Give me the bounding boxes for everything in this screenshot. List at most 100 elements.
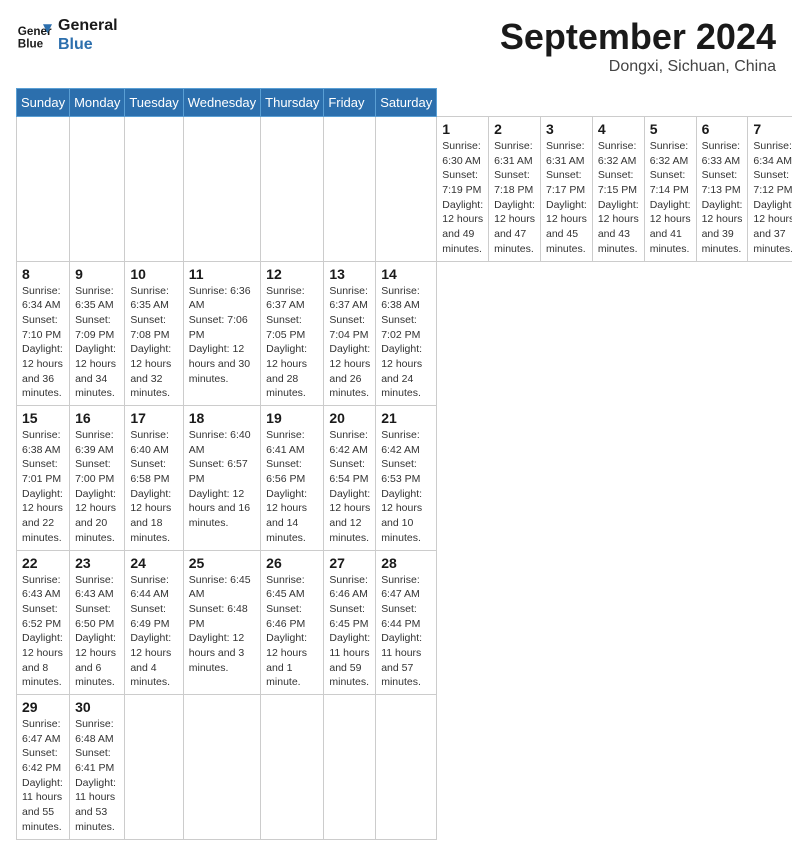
calendar-cell: 19 Sunrise: 6:41 AMSunset: 6:56 PMDayligh… bbox=[261, 406, 324, 551]
calendar-cell: 18 Sunrise: 6:40 AMSunset: 6:57 PMDayligh… bbox=[183, 406, 260, 551]
calendar-cell bbox=[324, 695, 376, 840]
calendar-header-row: SundayMondayTuesdayWednesdayThursdayFrid… bbox=[17, 89, 792, 117]
calendar-cell: 2 Sunrise: 6:31 AMSunset: 7:18 PMDaylight… bbox=[489, 117, 541, 262]
calendar-cell bbox=[324, 117, 376, 262]
day-info: Sunrise: 6:40 AMSunset: 6:58 PMDaylight:… bbox=[130, 428, 177, 546]
day-info: Sunrise: 6:34 AMSunset: 7:10 PMDaylight:… bbox=[22, 284, 64, 402]
calendar-cell: 26 Sunrise: 6:45 AMSunset: 6:46 PMDayligh… bbox=[261, 550, 324, 695]
calendar-cell: 13 Sunrise: 6:37 AMSunset: 7:04 PMDayligh… bbox=[324, 261, 376, 406]
calendar-cell: 6Sunrise: 6:33 AMSunset: 7:13 PMDaylight… bbox=[696, 117, 748, 262]
day-info: Sunrise: 6:30 AMSunset: 7:19 PMDaylight:… bbox=[442, 139, 483, 257]
day-number: 1 bbox=[442, 121, 483, 137]
calendar-week-row: 15 Sunrise: 6:38 AMSunset: 7:01 PMDayligh… bbox=[17, 406, 792, 551]
day-info: Sunrise: 6:45 AMSunset: 6:48 PMDaylight:… bbox=[189, 573, 255, 676]
day-number: 4 bbox=[598, 121, 639, 137]
day-info: Sunrise: 6:43 AMSunset: 6:52 PMDaylight:… bbox=[22, 573, 64, 691]
day-info: Sunrise: 6:45 AMSunset: 6:46 PMDaylight:… bbox=[266, 573, 318, 691]
calendar-cell: 25Sunrise: 6:45 AMSunset: 6:48 PMDayligh… bbox=[183, 550, 260, 695]
day-info: Sunrise: 6:34 AMSunset: 7:12 PMDaylight:… bbox=[753, 139, 792, 257]
svg-text:Blue: Blue bbox=[18, 38, 44, 51]
day-info: Sunrise: 6:48 AMSunset: 6:41 PMDaylight:… bbox=[75, 717, 119, 835]
day-info: Sunrise: 6:37 AMSunset: 7:05 PMDaylight:… bbox=[266, 284, 318, 402]
day-info: Sunrise: 6:42 AMSunset: 6:54 PMDaylight:… bbox=[329, 428, 370, 546]
day-info: Sunrise: 6:47 AMSunset: 6:44 PMDaylight:… bbox=[381, 573, 431, 691]
day-info: Sunrise: 6:46 AMSunset: 6:45 PMDaylight:… bbox=[329, 573, 370, 691]
logo-line1: General bbox=[58, 16, 118, 35]
day-number: 8 bbox=[22, 266, 64, 282]
calendar-cell bbox=[125, 117, 183, 262]
calendar-cell bbox=[125, 695, 183, 840]
month-title: September 2024 bbox=[500, 16, 776, 58]
calendar-day-header: Tuesday bbox=[125, 89, 183, 117]
calendar-cell: 7 Sunrise: 6:34 AMSunset: 7:12 PMDaylight… bbox=[748, 117, 792, 262]
day-number: 16 bbox=[75, 410, 119, 426]
day-info: Sunrise: 6:31 AMSunset: 7:17 PMDaylight:… bbox=[546, 139, 587, 257]
calendar-cell: 8 Sunrise: 6:34 AMSunset: 7:10 PMDaylight… bbox=[17, 261, 70, 406]
day-info: Sunrise: 6:40 AMSunset: 6:57 PMDaylight:… bbox=[189, 428, 255, 531]
calendar-cell: 21 Sunrise: 6:42 AMSunset: 6:53 PMDayligh… bbox=[376, 406, 437, 551]
day-number: 28 bbox=[381, 555, 431, 571]
calendar-cell bbox=[183, 117, 260, 262]
day-info: Sunrise: 6:39 AMSunset: 7:00 PMDaylight:… bbox=[75, 428, 119, 546]
calendar-day-header: Monday bbox=[70, 89, 125, 117]
logo: General Blue General Blue bbox=[16, 16, 118, 54]
day-info: Sunrise: 6:31 AMSunset: 7:18 PMDaylight:… bbox=[494, 139, 535, 257]
day-number: 18 bbox=[189, 410, 255, 426]
day-info: Sunrise: 6:35 AMSunset: 7:09 PMDaylight:… bbox=[75, 284, 119, 402]
calendar-cell: 17 Sunrise: 6:40 AMSunset: 6:58 PMDayligh… bbox=[125, 406, 183, 551]
day-number: 27 bbox=[329, 555, 370, 571]
calendar-cell bbox=[376, 117, 437, 262]
calendar-cell bbox=[261, 117, 324, 262]
calendar-cell: 28 Sunrise: 6:47 AMSunset: 6:44 PMDayligh… bbox=[376, 550, 437, 695]
calendar-day-header: Sunday bbox=[17, 89, 70, 117]
calendar-cell: 12Sunrise: 6:37 AMSunset: 7:05 PMDayligh… bbox=[261, 261, 324, 406]
calendar-cell: 30 Sunrise: 6:48 AMSunset: 6:41 PMDayligh… bbox=[70, 695, 125, 840]
day-info: Sunrise: 6:37 AMSunset: 7:04 PMDaylight:… bbox=[329, 284, 370, 402]
calendar-cell: 4Sunrise: 6:32 AMSunset: 7:15 PMDaylight… bbox=[592, 117, 644, 262]
day-info: Sunrise: 6:44 AMSunset: 6:49 PMDaylight:… bbox=[130, 573, 177, 691]
calendar-cell bbox=[70, 117, 125, 262]
calendar-cell: 5Sunrise: 6:32 AMSunset: 7:14 PMDaylight… bbox=[644, 117, 696, 262]
day-info: Sunrise: 6:38 AMSunset: 7:01 PMDaylight:… bbox=[22, 428, 64, 546]
location: Dongxi, Sichuan, China bbox=[500, 58, 776, 76]
calendar-cell: 24Sunrise: 6:44 AMSunset: 6:49 PMDayligh… bbox=[125, 550, 183, 695]
calendar-cell: 20Sunrise: 6:42 AMSunset: 6:54 PMDayligh… bbox=[324, 406, 376, 551]
calendar-day-header: Thursday bbox=[261, 89, 324, 117]
day-number: 30 bbox=[75, 699, 119, 715]
calendar-week-row: 22 Sunrise: 6:43 AMSunset: 6:52 PMDayligh… bbox=[17, 550, 792, 695]
day-number: 3 bbox=[546, 121, 587, 137]
day-number: 17 bbox=[130, 410, 177, 426]
calendar-cell bbox=[183, 695, 260, 840]
calendar-cell: 27 Sunrise: 6:46 AMSunset: 6:45 PMDayligh… bbox=[324, 550, 376, 695]
day-number: 23 bbox=[75, 555, 119, 571]
calendar-day-header: Friday bbox=[324, 89, 376, 117]
day-info: Sunrise: 6:38 AMSunset: 7:02 PMDaylight:… bbox=[381, 284, 431, 402]
day-number: 21 bbox=[381, 410, 431, 426]
day-info: Sunrise: 6:35 AMSunset: 7:08 PMDaylight:… bbox=[130, 284, 177, 402]
calendar-week-row: 29Sunrise: 6:47 AMSunset: 6:42 PMDayligh… bbox=[17, 695, 792, 840]
day-number: 2 bbox=[494, 121, 535, 137]
day-info: Sunrise: 6:36 AMSunset: 7:06 PMDaylight:… bbox=[189, 284, 255, 387]
day-number: 22 bbox=[22, 555, 64, 571]
day-number: 11 bbox=[189, 266, 255, 282]
calendar-day-header: Saturday bbox=[376, 89, 437, 117]
logo-icon: General Blue bbox=[16, 17, 52, 53]
calendar-day-header: Wednesday bbox=[183, 89, 260, 117]
title-area: September 2024 Dongxi, Sichuan, China bbox=[500, 16, 776, 76]
calendar-week-row: 1 Sunrise: 6:30 AMSunset: 7:19 PMDaylight… bbox=[17, 117, 792, 262]
calendar-cell: 1 Sunrise: 6:30 AMSunset: 7:19 PMDaylight… bbox=[437, 117, 489, 262]
logo-line2: Blue bbox=[58, 35, 118, 54]
day-number: 19 bbox=[266, 410, 318, 426]
day-number: 7 bbox=[753, 121, 792, 137]
day-info: Sunrise: 6:33 AMSunset: 7:13 PMDaylight:… bbox=[702, 139, 743, 257]
day-number: 13 bbox=[329, 266, 370, 282]
page-header: General Blue General Blue September 2024… bbox=[16, 16, 776, 76]
day-number: 15 bbox=[22, 410, 64, 426]
calendar-cell: 14Sunrise: 6:38 AMSunset: 7:02 PMDayligh… bbox=[376, 261, 437, 406]
day-info: Sunrise: 6:43 AMSunset: 6:50 PMDaylight:… bbox=[75, 573, 119, 691]
day-info: Sunrise: 6:41 AMSunset: 6:56 PMDaylight:… bbox=[266, 428, 318, 546]
day-number: 26 bbox=[266, 555, 318, 571]
day-info: Sunrise: 6:42 AMSunset: 6:53 PMDaylight:… bbox=[381, 428, 431, 546]
calendar-table: SundayMondayTuesdayWednesdayThursdayFrid… bbox=[16, 88, 792, 840]
calendar-cell: 29Sunrise: 6:47 AMSunset: 6:42 PMDayligh… bbox=[17, 695, 70, 840]
